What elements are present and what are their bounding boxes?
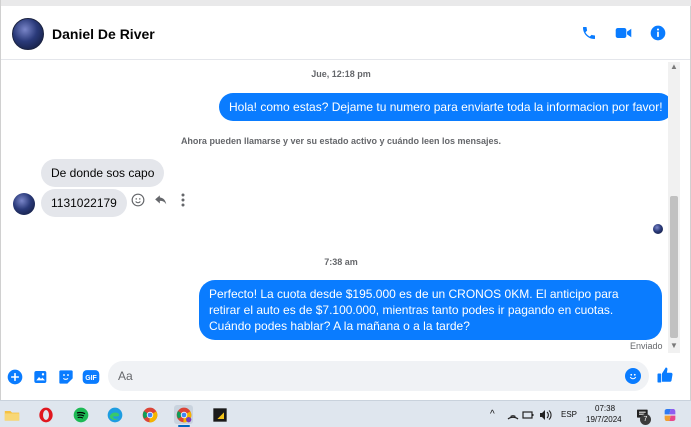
- outgoing-message[interactable]: Hola! como estas? Dejame tu numero para …: [219, 93, 673, 121]
- composer-bar: GIF: [1, 354, 690, 400]
- like-icon[interactable]: [656, 366, 674, 384]
- gif-icon[interactable]: GIF: [82, 368, 100, 386]
- video-icon[interactable]: [613, 23, 633, 43]
- more-icon[interactable]: [175, 192, 191, 208]
- language-indicator[interactable]: ESP: [561, 410, 577, 419]
- info-icon[interactable]: [648, 23, 668, 43]
- sent-status: Enviado: [630, 341, 663, 351]
- scroll-down-icon[interactable]: ▼: [670, 341, 678, 351]
- message-list: Jue, 12:18 pm Hola! como estas? Dejame t…: [1, 61, 681, 354]
- sender-avatar[interactable]: [13, 193, 35, 215]
- plus-icon[interactable]: [6, 368, 24, 386]
- tray-chevron-icon[interactable]: ^: [490, 409, 495, 420]
- contact-name[interactable]: Daniel De River: [52, 26, 155, 42]
- clock-time[interactable]: 07:38: [595, 404, 615, 413]
- image-icon[interactable]: [32, 368, 50, 386]
- sticky-app-icon[interactable]: [210, 405, 229, 424]
- taskbar: ^ ESP 07:38 19/7/2024 7: [0, 400, 691, 427]
- gif-label: GIF: [85, 375, 97, 382]
- phone-icon[interactable]: [579, 23, 599, 43]
- chat-header: Daniel De River: [1, 6, 690, 60]
- copilot-icon[interactable]: [660, 405, 679, 424]
- contact-avatar[interactable]: [12, 18, 44, 50]
- seen-avatar: [653, 224, 663, 234]
- incoming-message[interactable]: 1131022179: [41, 189, 127, 217]
- sticker-icon[interactable]: [57, 368, 75, 386]
- messenger-window: Daniel De River Jue, 12:18 pm Hola! como…: [0, 0, 691, 400]
- outgoing-message[interactable]: Perfecto! La cuota desde $195.000 es de …: [199, 280, 662, 340]
- incoming-message[interactable]: De donde sos capo: [41, 159, 165, 187]
- timestamp: Jue, 12:18 pm: [311, 69, 371, 79]
- edge-icon[interactable]: [105, 405, 124, 424]
- scrollbar[interactable]: ▲ ▼: [668, 62, 680, 353]
- timestamp: 7:38 am: [324, 257, 358, 267]
- chrome-profile-icon[interactable]: [174, 405, 193, 424]
- chrome-icon[interactable]: [140, 405, 159, 424]
- file-explorer-icon[interactable]: [2, 405, 21, 424]
- message-input-box[interactable]: [108, 361, 649, 391]
- reply-icon[interactable]: [153, 192, 169, 208]
- emoji-icon[interactable]: [625, 368, 641, 384]
- opera-icon[interactable]: [36, 405, 55, 424]
- message-input[interactable]: [118, 368, 608, 384]
- scroll-up-icon[interactable]: ▲: [670, 62, 678, 72]
- system-notice: Ahora pueden llamarse y ver su estado ac…: [180, 136, 502, 146]
- clock-date[interactable]: 19/7/2024: [586, 415, 622, 424]
- network-volume-icon[interactable]: [505, 405, 555, 424]
- notification-count-badge: 7: [640, 414, 651, 425]
- scroll-thumb[interactable]: [670, 196, 678, 338]
- spotify-icon[interactable]: [71, 405, 90, 424]
- emoji-react-icon[interactable]: [130, 192, 146, 208]
